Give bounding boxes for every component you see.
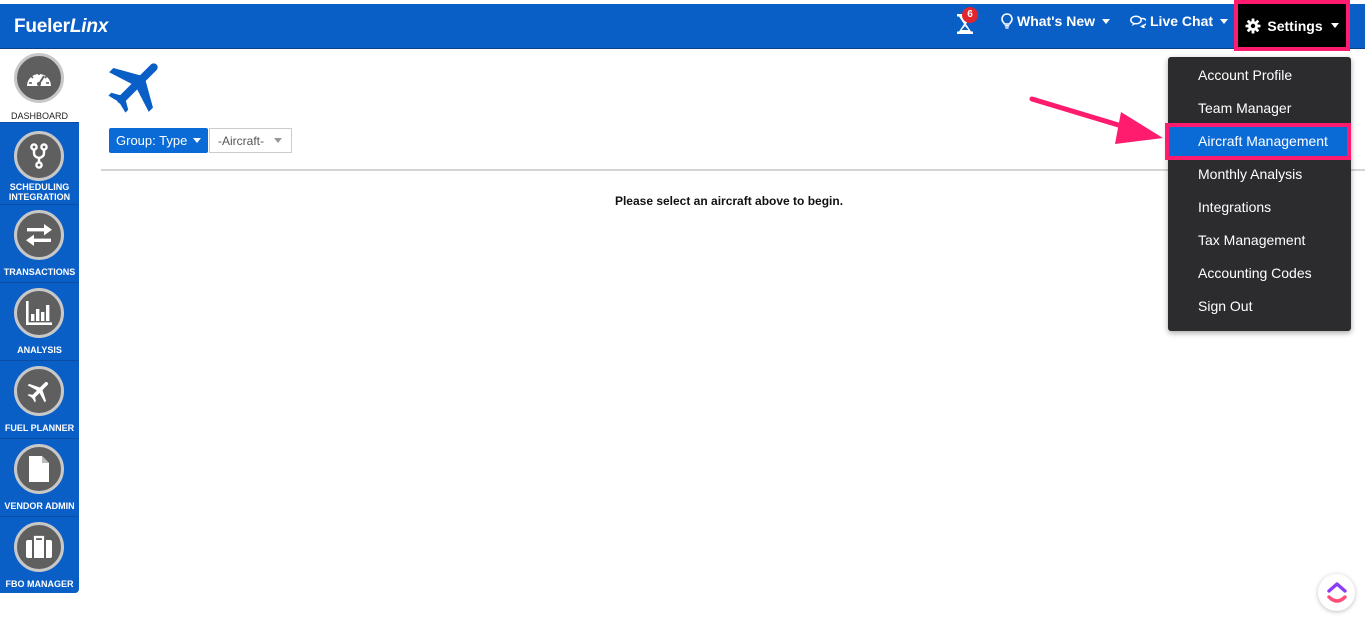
sidebar-item-label: TRANSACTIONS (3, 267, 76, 277)
menu-item-accounting-codes[interactable]: Accounting Codes (1168, 257, 1351, 290)
aircraft-select[interactable]: -Aircraft- (209, 128, 292, 153)
whats-new-label: What's New (1017, 13, 1096, 29)
live-chat-label: Live Chat (1150, 13, 1214, 29)
sidebar-item-label: INTEGRATION (8, 192, 71, 202)
sidebar-item-analysis[interactable]: ANALYSIS (0, 283, 79, 361)
sidebar-item-label: FBO MANAGER (5, 579, 74, 589)
chevron-down-icon (274, 138, 282, 143)
sidebar-item-scheduling-integration[interactable]: SCHEDULING INTEGRATION (0, 128, 79, 205)
annotation-arrow-icon (1029, 96, 1163, 144)
sidebar-item-label: DASHBOARD (10, 111, 68, 121)
menu-item-sign-out[interactable]: Sign Out (1168, 290, 1351, 323)
settings-button[interactable]: Settings (1234, 0, 1350, 51)
chevron-down-icon (1102, 18, 1111, 24)
aircraft-select-value: -Aircraft- (218, 133, 264, 148)
brand-logo[interactable]: FuelerLinx (14, 16, 108, 38)
notification-badge: 6 (962, 7, 978, 23)
help-widget-button[interactable] (1318, 574, 1355, 611)
lightbulb-icon (1001, 13, 1013, 29)
menu-item-integrations[interactable]: Integrations (1168, 191, 1351, 224)
chat-icon (1130, 14, 1146, 28)
sidebar-item-label: FUEL PLANNER (4, 423, 75, 433)
menu-item-aircraft-management[interactable]: Aircraft Management (1165, 123, 1351, 160)
settings-label: Settings (1267, 17, 1323, 34)
document-icon (14, 444, 64, 494)
sidebar-item-fbo-manager[interactable]: FBO MANAGER (0, 517, 79, 593)
exchange-icon (14, 210, 64, 260)
whats-new-menu[interactable]: What's New (1001, 13, 1111, 29)
aircraft-logo-icon (108, 63, 158, 113)
menu-item-account-profile[interactable]: Account Profile (1168, 59, 1351, 92)
menu-item-monthly-analysis[interactable]: Monthly Analysis (1168, 158, 1351, 191)
sidebar-item-dashboard[interactable]: DASHBOARD (0, 50, 79, 123)
chevron-down-icon (1220, 18, 1229, 24)
group-type-button[interactable]: Group: Type (109, 128, 209, 153)
sidebar-item-transactions[interactable]: TRANSACTIONS (0, 205, 79, 283)
airplane-icon (14, 366, 64, 416)
sidebar-item-fuel-planner[interactable]: FUEL PLANNER (0, 361, 79, 439)
menu-item-tax-management[interactable]: Tax Management (1168, 224, 1351, 257)
brand-main-text: Fueler (14, 16, 70, 37)
sidebar-item-label: SCHEDULING (9, 182, 70, 192)
sidebar-item-label: VENDOR ADMIN (4, 501, 75, 511)
brand-accent-text: Linx (69, 16, 109, 37)
bar-chart-icon (14, 288, 64, 338)
live-chat-menu[interactable]: Live Chat (1130, 13, 1229, 29)
chevron-down-icon (193, 138, 202, 143)
branch-icon (14, 131, 64, 181)
chevron-down-icon (1330, 23, 1339, 28)
menu-item-team-manager[interactable]: Team Manager (1168, 92, 1351, 125)
clickup-logo-icon (1326, 581, 1347, 603)
sidebar-item-vendor-admin[interactable]: VENDOR ADMIN (0, 439, 79, 517)
sidebar: DASHBOARD SCHEDULING INTEGRATION TRANSAC… (0, 50, 79, 593)
settings-dropdown-menu: Account Profile Team Manager Aircraft Ma… (1165, 57, 1351, 331)
gear-icon (1245, 18, 1261, 33)
briefcase-icon (14, 522, 64, 572)
speedometer-icon (14, 53, 64, 103)
sidebar-item-label: ANALYSIS (17, 345, 62, 355)
group-type-label: Group: Type (116, 133, 188, 148)
